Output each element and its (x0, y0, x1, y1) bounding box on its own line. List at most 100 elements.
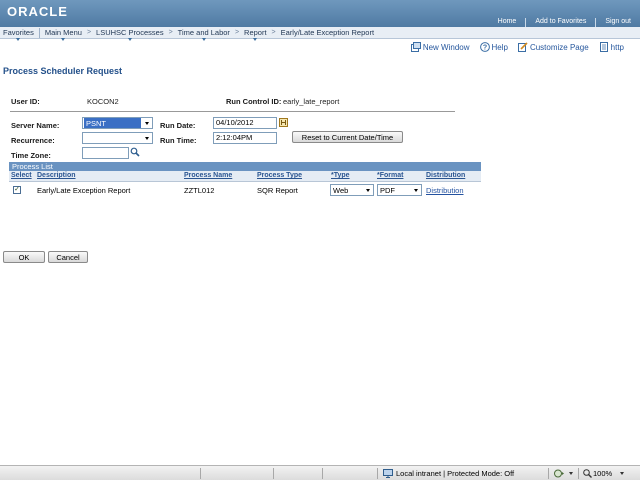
top-links: Home Add to Favorites Sign out (489, 17, 640, 27)
intranet-icon (383, 469, 393, 478)
new-window-icon (410, 42, 421, 52)
run-control-id-label: Run Control ID: (226, 97, 282, 106)
row-process-name: ZZTL012 (184, 186, 215, 195)
page-icon (599, 42, 608, 52)
row-process-type: SQR Report (257, 186, 298, 195)
home-link[interactable]: Home (489, 17, 526, 27)
status-divider (578, 468, 579, 479)
add-to-favorites-link[interactable]: Add to Favorites (526, 17, 595, 27)
recurrence-label: Recurrence: (11, 136, 55, 145)
format-value: PDF (380, 185, 395, 195)
oracle-logo: ORACLE (7, 4, 68, 19)
new-window-label: New Window (422, 42, 470, 52)
utility-links: New Window ? Help Customize Page http (401, 41, 624, 53)
breadcrumb-separator: > (234, 29, 240, 36)
select-checkbox[interactable]: ✓ (13, 186, 21, 194)
divider (10, 111, 455, 112)
breadcrumb-separator: > (271, 29, 276, 36)
new-window-link[interactable]: New Window (410, 42, 470, 52)
user-id-label: User ID: (11, 97, 40, 106)
column-distribution[interactable]: Distribution (426, 172, 465, 179)
crumb-early-late-exception-report: Early/Late Exception Report (280, 28, 375, 37)
crumb-report[interactable]: Report (244, 28, 267, 41)
sign-out-link[interactable]: Sign out (596, 17, 640, 27)
chevron-down-icon (253, 38, 258, 41)
row-description: Early/Late Exception Report (37, 186, 131, 195)
column-process-type[interactable]: Process Type (257, 172, 302, 179)
process-list-header: Process List (9, 162, 481, 171)
status-bar: Local intranet | Protected Mode: Off 100… (0, 465, 640, 480)
crumb-label: Report (244, 28, 267, 37)
chevron-down-icon[interactable] (569, 472, 573, 475)
run-time-input[interactable]: 2:12:04PM (213, 132, 277, 144)
nav-main-menu[interactable]: Main Menu (44, 28, 82, 41)
customize-page-label: Customize Page (529, 42, 589, 52)
status-divider (377, 468, 378, 479)
run-control-id-value: early_late_report (283, 97, 340, 106)
reset-date-time-button[interactable]: Reset to Current Date/Time (292, 131, 403, 143)
chevron-down-icon[interactable] (363, 185, 373, 195)
column-format[interactable]: *Format (377, 172, 403, 179)
server-name-label: Server Name: (11, 121, 60, 130)
distribution-link[interactable]: Distribution (426, 186, 464, 195)
column-type[interactable]: *Type (331, 172, 350, 179)
nav-main-menu-label: Main Menu (44, 28, 82, 37)
page-title: Process Scheduler Request (3, 66, 123, 76)
chevron-down-icon (201, 38, 206, 41)
ok-button[interactable]: OK (3, 251, 45, 263)
time-zone-input[interactable] (82, 147, 129, 159)
crumb-label: Time and Labor (177, 28, 230, 37)
server-name-select[interactable]: PSNT (82, 117, 153, 129)
recurrence-value (83, 133, 142, 143)
chevron-down-icon (16, 38, 21, 41)
user-id-value: KOCON2 (87, 97, 119, 106)
protected-mode-icon[interactable] (554, 469, 565, 478)
http-link[interactable]: http (599, 42, 624, 52)
column-process-name[interactable]: Process Name (184, 172, 232, 179)
chevron-down-icon[interactable] (620, 472, 624, 475)
nav-favorites-label: Favorites (3, 28, 34, 37)
cancel-button[interactable]: Cancel (48, 251, 88, 263)
security-zone-text[interactable]: Local intranet | Protected Mode: Off (396, 469, 514, 478)
search-icon[interactable] (130, 147, 140, 157)
help-label: Help (491, 42, 508, 52)
column-select[interactable]: Select (11, 172, 32, 179)
type-value: Web (333, 185, 349, 195)
server-name-value: PSNT (84, 118, 141, 128)
help-icon: ? (479, 42, 490, 52)
column-description[interactable]: Description (37, 172, 76, 179)
header-banner: ORACLE Home Add to Favorites Sign out (0, 0, 640, 27)
zoom-level[interactable]: 100% (593, 469, 612, 478)
chevron-down-icon[interactable] (411, 185, 421, 195)
run-time-label: Run Time: (160, 136, 197, 145)
nav-favorites[interactable]: Favorites (3, 28, 34, 41)
format-select[interactable]: PDF (377, 184, 422, 196)
http-label: http (610, 42, 624, 52)
breadcrumb: Favorites Main Menu > LSUHSC Processes >… (0, 27, 640, 41)
time-zone-label: Time Zone: (11, 151, 51, 160)
chevron-down-icon (127, 38, 132, 41)
chevron-down-icon[interactable] (142, 133, 152, 143)
nav-divider (38, 27, 40, 38)
run-date-label: Run Date: (160, 121, 196, 130)
type-select[interactable]: Web (330, 184, 374, 196)
run-date-input[interactable]: 04/10/2012 (213, 117, 277, 129)
zoom-icon[interactable] (583, 469, 592, 478)
customize-page-icon (517, 42, 528, 52)
chevron-down-icon[interactable] (142, 118, 152, 128)
chevron-down-icon (61, 38, 66, 41)
process-list-columns: Select Description Process Name Process … (9, 171, 481, 182)
crumb-lsuhsc-processes[interactable]: LSUHSC Processes (96, 28, 164, 41)
calendar-icon[interactable] (279, 118, 288, 127)
crumb-time-and-labor[interactable]: Time and Labor (177, 28, 230, 41)
status-divider (322, 468, 323, 479)
breadcrumb-separator: > (86, 29, 92, 36)
breadcrumb-separator: > (168, 29, 173, 36)
recurrence-select[interactable] (82, 132, 153, 144)
status-divider (273, 468, 274, 479)
customize-page-link[interactable]: Customize Page (517, 42, 589, 52)
svg-text:?: ? (482, 45, 486, 52)
status-divider (548, 468, 549, 479)
crumb-label: LSUHSC Processes (96, 28, 164, 37)
help-link[interactable]: ? Help (479, 42, 508, 52)
